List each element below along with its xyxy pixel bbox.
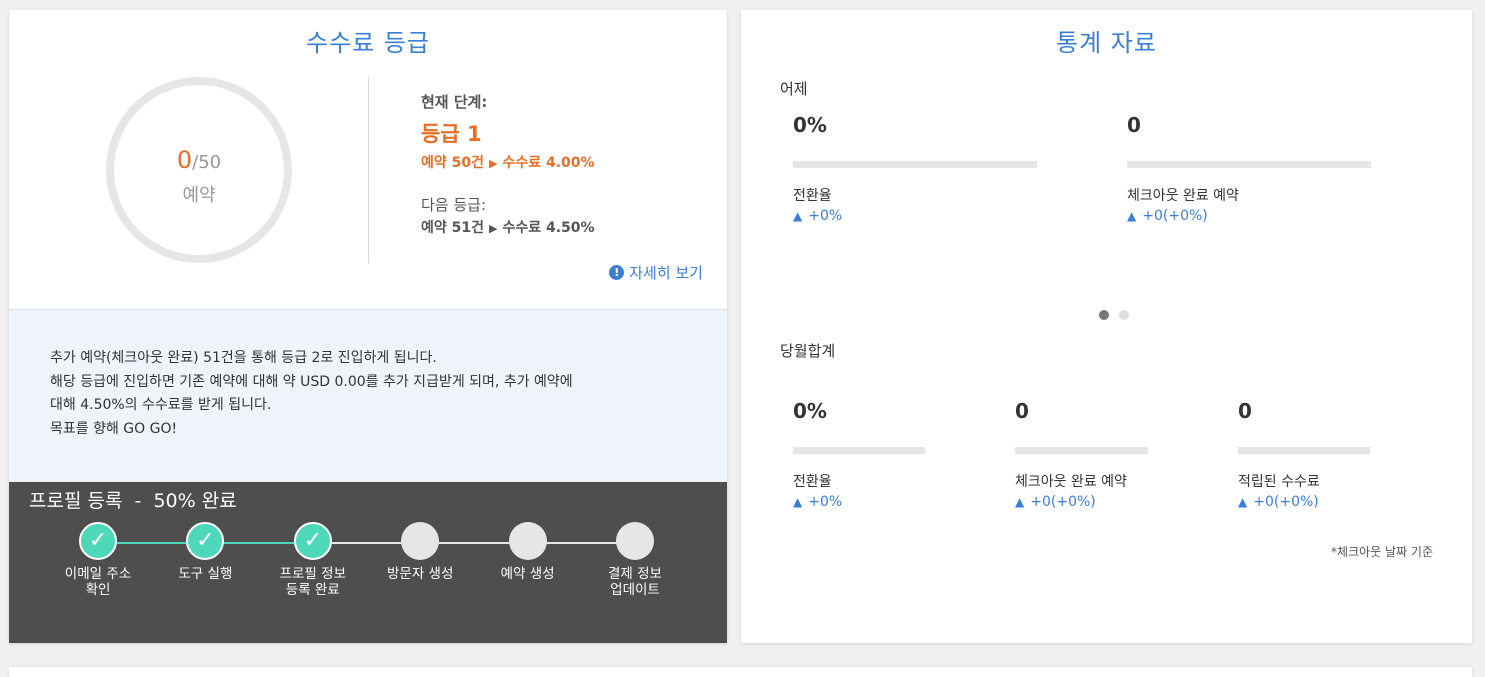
stat-value: 0	[1015, 399, 1029, 423]
carousel-dot[interactable]	[1119, 310, 1129, 320]
trend-up-icon: ▲	[793, 495, 803, 509]
profile-step: 방문자 생성	[370, 522, 470, 582]
next-tier-detail: 예약 51건 ▶ 수수료 4.50%	[421, 217, 595, 237]
stat-yesterday-checkouts: 0 체크아웃 완료 예약 ▲ +0(+0%)	[1127, 113, 1371, 224]
stat-label: 체크아웃 완료 예약	[1127, 188, 1239, 204]
current-tier-name: 등급 1	[421, 122, 482, 146]
profile-step-label: 결제 정보 업데이트	[608, 566, 662, 598]
booking-progress-gauge: 0/50 예약	[106, 77, 292, 263]
stat-label: 전환율	[793, 474, 832, 490]
profile-step: ✓ 프로필 정보 등록 완료	[263, 522, 363, 598]
stat-bar	[1015, 447, 1148, 454]
info-line: 해당 등급에 진입하면 기존 예약에 대해 약 USD 0.00를 추가 지급받…	[50, 373, 573, 390]
stat-label: 전환율	[793, 188, 832, 204]
trend-up-icon: ▲	[1238, 495, 1248, 509]
tier-info-text: 추가 예약(체크아웃 완료) 51건을 통해 등급 2로 진입하게 됩니다. 해…	[50, 347, 700, 441]
check-icon: ✓	[186, 522, 225, 560]
profile-step-label: 예약 생성	[500, 566, 555, 582]
stat-change-value: +0%	[808, 208, 843, 224]
carousel-dots	[1099, 310, 1139, 320]
stat-change-value: +0(+0%)	[1142, 208, 1208, 224]
stat-change-value: +0(+0%)	[1253, 494, 1319, 510]
profile-progress-panel: 프로필 등록 - 50% 완료 ✓ 이메일 주소 확인 ✓ 도구 실행 ✓ 프로필 정보 …	[9, 482, 727, 643]
profile-step: ✓ 도구 실행	[155, 522, 255, 582]
trend-up-icon: ▲	[1127, 209, 1137, 223]
gauge-current-value: 0	[176, 146, 193, 174]
statistics-title: 통계 자료	[1056, 29, 1157, 57]
profile-step-label: 프로필 정보 등록 완료	[279, 566, 346, 598]
profile-step-label: 방문자 생성	[386, 566, 454, 582]
stat-month-commission: 0 적립된 수수료 ▲ +0(+0%)	[1238, 399, 1370, 510]
gauge-total-value: /50	[192, 152, 222, 173]
step-pending-circle	[616, 522, 654, 560]
caret-right-icon: ▶	[489, 222, 498, 235]
month-total-section-label: 당월합계	[780, 342, 836, 360]
stat-change-value: +0%	[808, 494, 843, 510]
checkout-date-footnote: *체크아웃 날짜 기준	[1331, 545, 1433, 559]
next-tier-rate: 수수료 4.50%	[502, 220, 595, 236]
stat-change: ▲ +0(+0%)	[1238, 494, 1370, 510]
stat-value: 0	[1238, 399, 1252, 423]
stat-change: ▲ +0%	[793, 208, 1037, 224]
stat-value: 0	[1127, 113, 1141, 137]
statistics-card: 통계 자료 어제 0% 전환율 ▲ +0% 0 체크아웃 완료 예약 ▲ +0(+0…	[741, 10, 1472, 643]
info-line: 대해 4.50%의 수수료를 받게 됩니다.	[50, 397, 272, 413]
trend-up-icon: ▲	[793, 209, 803, 223]
stat-label: 적립된 수수료	[1238, 474, 1320, 490]
stat-value: 0%	[793, 113, 827, 137]
step-pending-circle	[401, 522, 440, 560]
commission-tier-card: 수수료 등급 0/50 예약 현재 단계: 등급 1 예약 50건 ▶ 수수료 4.…	[9, 10, 727, 643]
stat-value: 0%	[793, 399, 827, 423]
info-icon: !	[609, 265, 625, 280]
next-card-edge	[9, 667, 1472, 677]
profile-progress-title: 프로필 등록 - 50% 완료	[29, 490, 237, 512]
profile-step-label: 이메일 주소 확인	[64, 566, 132, 598]
stat-bar	[793, 447, 925, 454]
caret-right-icon: ▶	[489, 157, 498, 170]
profile-step: ✓ 이메일 주소 확인	[48, 522, 148, 598]
stat-change: ▲ +0(+0%)	[1127, 208, 1371, 224]
stat-change-value: +0(+0%)	[1030, 494, 1096, 510]
check-icon: ✓	[79, 522, 117, 560]
info-line: 목표를 향해 GO GO!	[50, 420, 178, 437]
profile-step-label: 도구 실행	[178, 566, 233, 582]
stat-bar	[793, 161, 1037, 168]
stat-yesterday-conversion: 0% 전환율 ▲ +0%	[793, 113, 1037, 224]
commission-tier-title: 수수료 등급	[305, 29, 431, 57]
trend-up-icon: ▲	[1015, 495, 1025, 509]
gauge-unit-label: 예약	[182, 185, 216, 206]
step-pending-circle	[508, 522, 547, 560]
current-tier-rate: 수수료 4.00%	[502, 155, 595, 171]
stat-bar	[1238, 447, 1370, 454]
yesterday-section-label: 어제	[780, 80, 808, 98]
current-tier-detail: 예약 50건 ▶ 수수료 4.00%	[421, 152, 595, 172]
next-tier-bookings: 예약 51건	[421, 220, 484, 236]
stat-month-checkouts: 0 체크아웃 완료 예약 ▲ +0(+0%)	[1015, 399, 1148, 510]
stat-change: ▲ +0%	[793, 494, 925, 510]
info-line: 추가 예약(체크아웃 완료) 51건을 통해 등급 2로 진입하게 됩니다.	[50, 350, 437, 366]
vertical-divider	[368, 77, 369, 263]
next-tier-label: 다음 등급:	[421, 196, 487, 214]
current-tier-label: 현재 단계:	[421, 93, 488, 111]
view-details-link[interactable]: ! 자세히 보기	[609, 262, 703, 283]
profile-step: 결제 정보 업데이트	[585, 522, 685, 598]
check-icon: ✓	[293, 522, 332, 560]
view-details-label: 자세히 보기	[629, 264, 703, 282]
stat-change: ▲ +0(+0%)	[1015, 494, 1148, 510]
stat-month-conversion: 0% 전환율 ▲ +0%	[793, 399, 925, 510]
tier-info-box: 추가 예약(체크아웃 완료) 51건을 통해 등급 2로 진입하게 됩니다. 해…	[9, 309, 727, 483]
carousel-dot[interactable]	[1099, 310, 1109, 320]
stat-label: 체크아웃 완료 예약	[1015, 474, 1127, 490]
current-tier-bookings: 예약 50건	[421, 155, 484, 171]
profile-step: 예약 생성	[478, 522, 578, 582]
stat-bar	[1127, 161, 1371, 168]
